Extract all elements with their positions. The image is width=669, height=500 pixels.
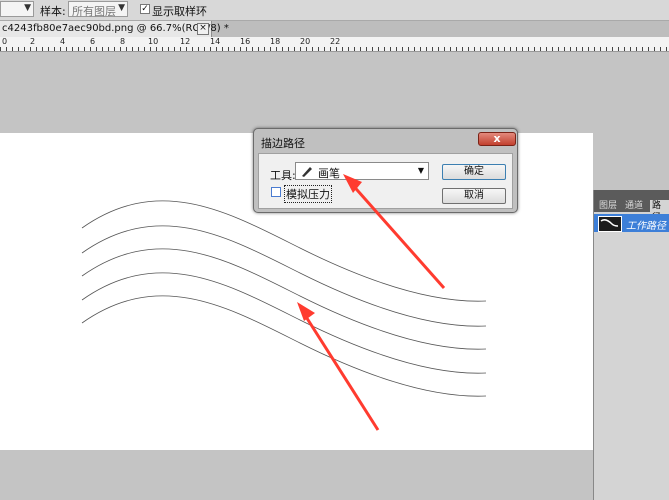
stroke-path-dialog: 描边路径 x 工具: 画笔 ▼ 模拟压力 确定 取消	[253, 128, 518, 213]
chevron-down-icon: ▼	[417, 166, 424, 175]
show-ring-label: 显示取样环	[152, 5, 207, 18]
chevron-down-icon: ▼	[24, 3, 31, 13]
document-tab-bar: c4243fb80e7aec90bd.png @ 66.7%(RGB/8) * …	[0, 21, 669, 37]
ruler-tick-label: 20	[300, 37, 311, 46]
simulate-pressure-checkbox[interactable]	[271, 187, 281, 197]
close-button[interactable]: x	[478, 132, 516, 146]
wave-path-5	[81, 295, 487, 397]
ruler-tick-label: 2	[30, 37, 36, 46]
tool-label: 工具:	[270, 169, 296, 182]
wave-path-3	[81, 248, 487, 350]
ruler-tick-label: 18	[270, 37, 281, 46]
ruler-tick-label: 16	[240, 37, 251, 46]
ruler-tick-label: 10	[148, 37, 159, 46]
tool-value: 画笔	[318, 167, 340, 180]
ruler-tick-label: 22	[330, 37, 341, 46]
brush-icon	[300, 164, 314, 181]
work-path-label: 工作路径	[626, 221, 666, 232]
chevron-down-icon: ▼	[118, 3, 125, 13]
ruler-tick-label: 0	[2, 37, 8, 46]
ruler-tick-label: 8	[120, 37, 126, 46]
ruler-tick-label: 12	[180, 37, 191, 46]
tool-select[interactable]: 画笔 ▼	[295, 162, 429, 180]
sample-value: 所有图层	[72, 5, 116, 18]
path-thumbnail	[598, 216, 622, 232]
ruler-tick-label: 6	[90, 37, 96, 46]
paths-panel: 图层 通道 路径 工作路径	[593, 190, 669, 500]
ruler-tick-label: 14	[210, 37, 221, 46]
show-ring-checkbox[interactable]: ✓	[140, 4, 150, 14]
simulate-pressure-label: 模拟压力	[284, 185, 332, 203]
wave-path-2	[81, 225, 487, 327]
wave-path-1	[81, 200, 487, 302]
tool-preset-select[interactable]: ▼	[0, 1, 34, 17]
sample-select[interactable]: 所有图层 ▼	[68, 1, 128, 18]
dialog-body: 工具: 画笔 ▼ 模拟压力 确定 取消	[258, 153, 513, 209]
options-bar: ▼ 样本: 所有图层 ▼ ✓ 显示取样环	[0, 0, 669, 21]
ruler-tick-label: 4	[60, 37, 66, 46]
dialog-title: 描边路径	[261, 137, 305, 150]
tab-channels[interactable]: 通道	[623, 200, 645, 212]
horizontal-ruler: 0 2 4 6 8 10 12 14 16 18 20 22	[0, 37, 669, 52]
tab-layers[interactable]: 图层	[597, 200, 619, 212]
ok-button[interactable]: 确定	[442, 164, 506, 180]
document-tab-title: c4243fb80e7aec90bd.png @ 66.7%(RGB/8) *	[2, 23, 229, 34]
tab-paths[interactable]: 路径	[650, 200, 669, 223]
sample-label: 样本:	[40, 5, 66, 18]
close-icon[interactable]: ×	[197, 23, 209, 35]
work-path-row[interactable]: 工作路径	[594, 214, 669, 232]
panel-tab-bar: 图层 通道 路径	[594, 190, 669, 223]
document-tab[interactable]: c4243fb80e7aec90bd.png @ 66.7%(RGB/8) * …	[0, 21, 229, 37]
cancel-button[interactable]: 取消	[442, 188, 506, 204]
